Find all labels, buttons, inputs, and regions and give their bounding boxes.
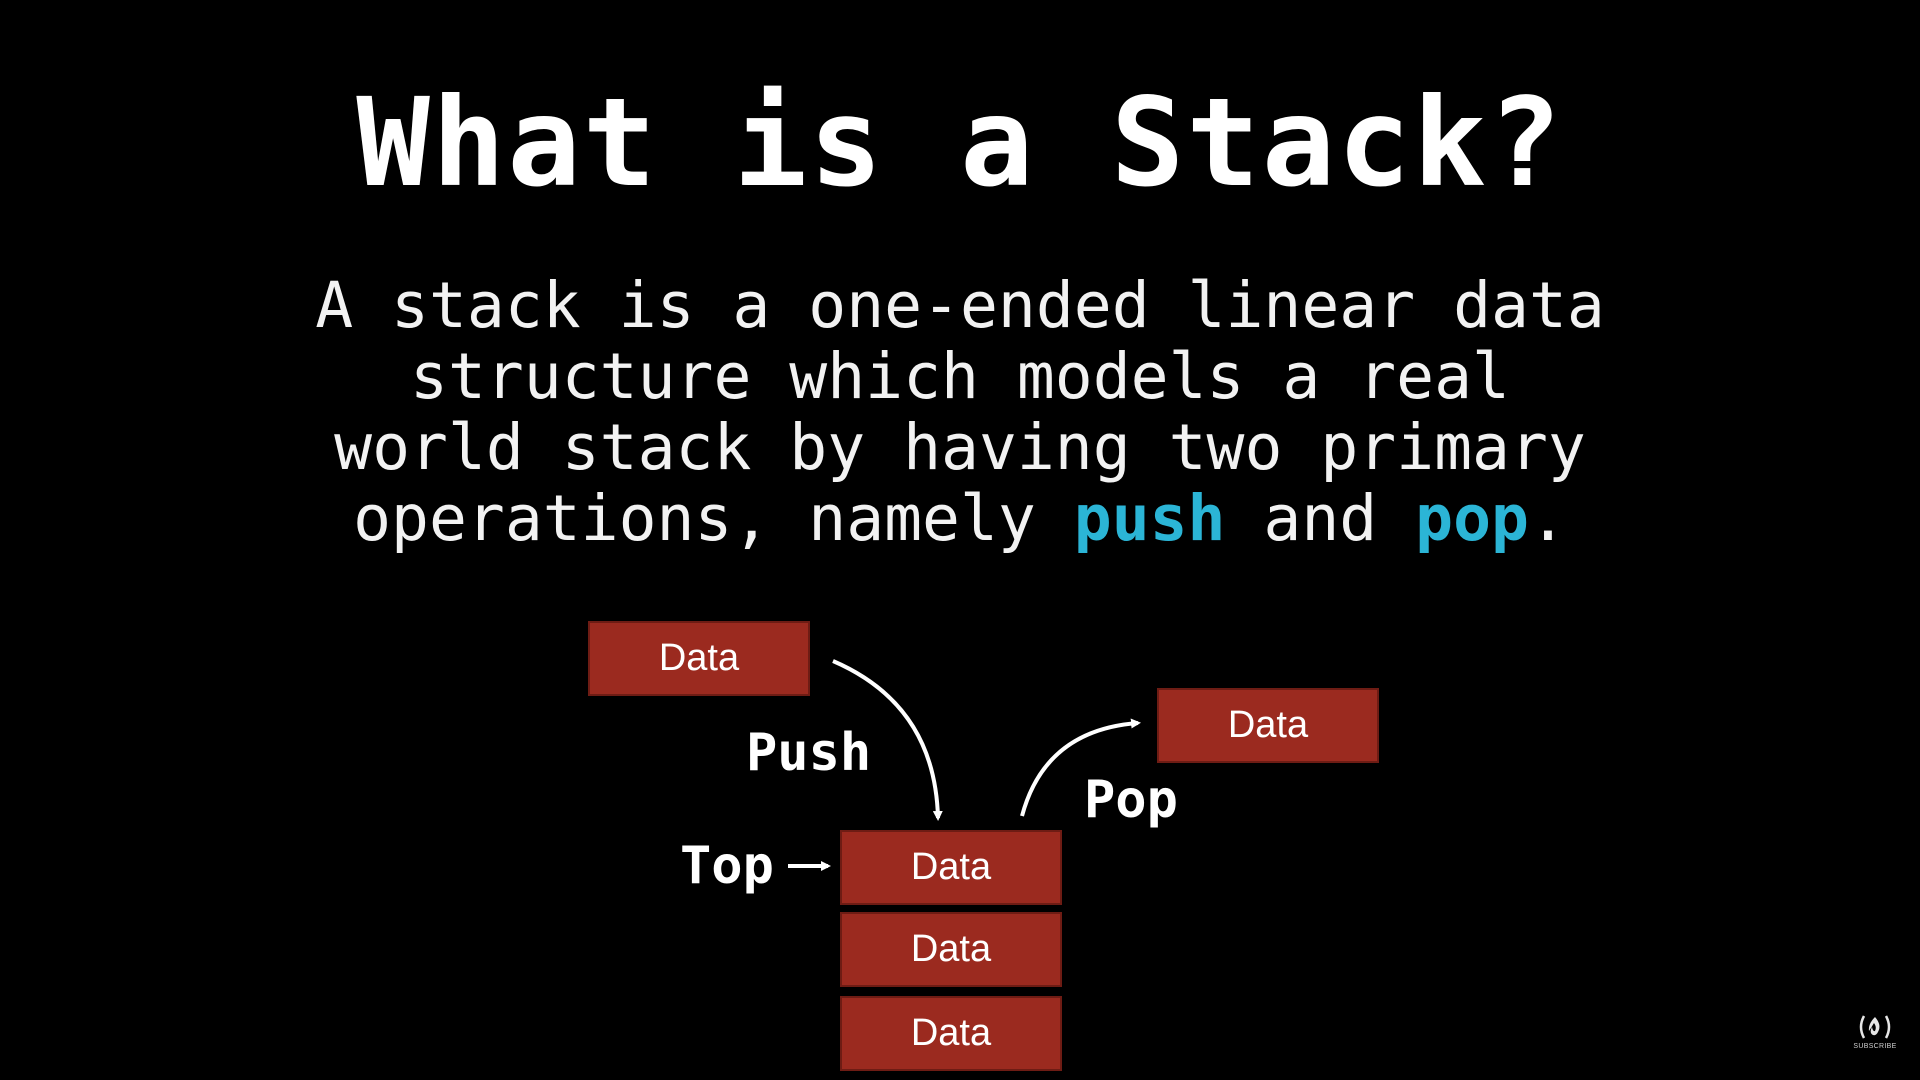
definition-period: .: [1528, 482, 1567, 555]
freecodecamp-logo-icon: [1859, 1015, 1891, 1039]
keyword-push: push: [1073, 482, 1226, 555]
push-label: Push: [746, 723, 872, 783]
push-data-box: Data: [588, 621, 810, 696]
top-label: Top: [680, 836, 774, 896]
definition-and: and: [1225, 482, 1416, 555]
stack-middle-item: Data: [840, 912, 1062, 987]
channel-logo[interactable]: SUBSCRIBE: [1850, 1012, 1900, 1062]
definition-line-2: structure which models a real: [410, 340, 1510, 413]
stack-top-item: Data: [840, 830, 1062, 905]
subscribe-caption: SUBSCRIBE: [1853, 1043, 1897, 1050]
keyword-pop: pop: [1415, 482, 1529, 555]
definition-line-3: world stack by having two primary: [334, 411, 1586, 484]
pop-label: Pop: [1084, 770, 1178, 830]
slide-title: What is a Stack?: [356, 72, 1564, 214]
definition-line-1: A stack is a one-ended linear data: [315, 269, 1605, 342]
popped-data-box: Data: [1157, 688, 1379, 763]
definition-line-4: operations, namely push and pop.: [260, 483, 1660, 554]
stack-definition: A stack is a one-ended linear data struc…: [260, 270, 1660, 554]
definition-line-4-start: operations, namely: [353, 482, 1074, 555]
stack-bottom-item: Data: [840, 996, 1062, 1071]
